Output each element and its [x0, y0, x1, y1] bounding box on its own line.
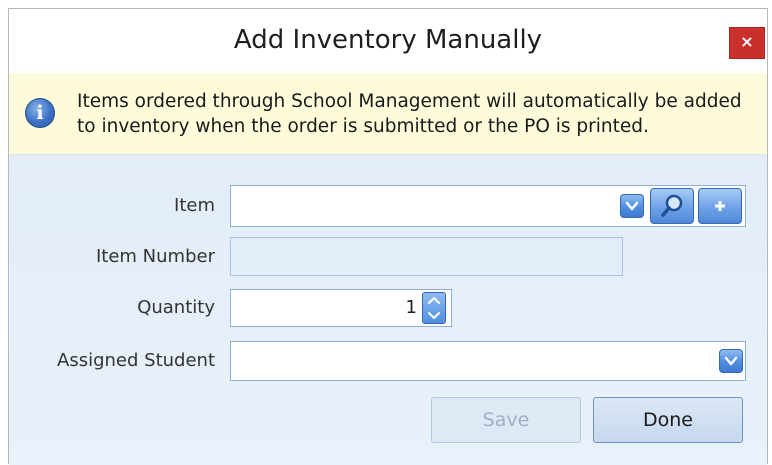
quantity-increment-button[interactable] — [423, 293, 445, 308]
done-button[interactable]: Done — [593, 397, 743, 443]
dialog-title: Add Inventory Manually — [233, 25, 543, 55]
info-message: Items ordered through School Management … — [77, 89, 757, 139]
item-number-label: Item Number — [95, 246, 215, 267]
add-item-button[interactable] — [698, 188, 742, 224]
chevron-down-icon — [724, 356, 738, 366]
item-label: Item — [174, 195, 215, 216]
quantity-label: Quantity — [137, 297, 215, 318]
chevron-up-icon — [428, 297, 440, 304]
assigned-student-label: Assigned Student — [57, 350, 215, 371]
plus-icon — [715, 201, 725, 211]
title-bar: Add Inventory Manually × — [9, 9, 767, 73]
item-dropdown-button[interactable] — [620, 194, 644, 218]
item-search-button[interactable] — [650, 188, 694, 224]
search-icon — [661, 194, 683, 217]
add-inventory-dialog: Add Inventory Manually × i Items ordered… — [8, 8, 768, 465]
save-button[interactable]: Save — [431, 397, 581, 443]
close-button[interactable]: × — [729, 27, 765, 59]
info-line-2: to inventory when the order is submitted… — [77, 116, 649, 137]
item-number-field — [230, 237, 623, 276]
chevron-down-icon — [428, 312, 440, 319]
quantity-spinner — [422, 292, 446, 324]
assigned-student-dropdown-button[interactable] — [719, 349, 743, 373]
quantity-stepper[interactable]: 1 — [230, 289, 452, 327]
quantity-decrement-button[interactable] — [423, 308, 445, 323]
form-area: Item Item Number Quantity 1 Assigned Stu… — [9, 155, 767, 465]
info-banner: i Items ordered through School Managemen… — [9, 73, 767, 155]
assigned-student-combobox[interactable] — [230, 341, 746, 381]
chevron-down-icon — [625, 201, 639, 211]
info-icon: i — [25, 98, 55, 128]
info-line-1: Items ordered through School Management … — [77, 91, 742, 112]
